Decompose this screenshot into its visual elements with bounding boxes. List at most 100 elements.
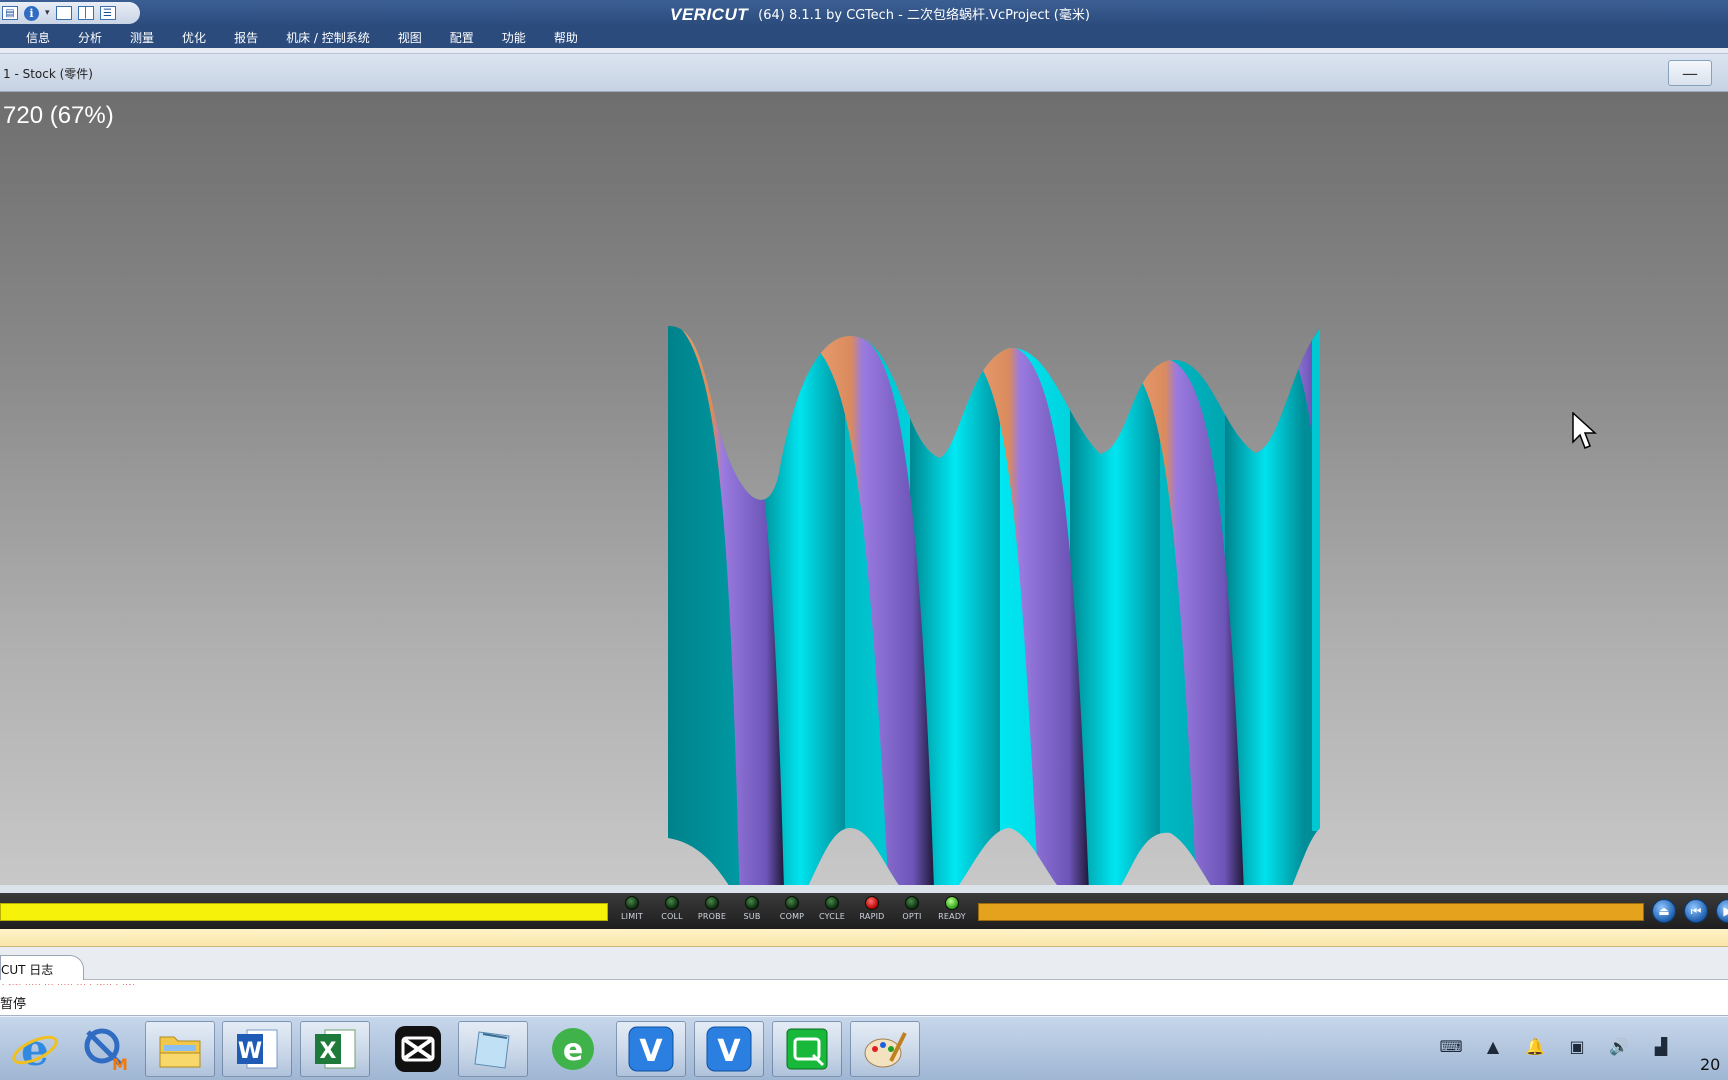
menu-bar: 信息 分析 测量 优化 报告 机床 / 控制系统 视图 配置 功能 帮助 — [0, 26, 1728, 48]
minimize-view-button[interactable]: — — [1668, 60, 1712, 86]
led-opti-icon — [905, 896, 919, 910]
file-explorer-icon — [159, 1036, 201, 1068]
taskbar-mastercam[interactable]: M — [70, 1021, 140, 1077]
indicator-label: RAPID — [859, 912, 885, 921]
play-icon[interactable]: ▶ — [1716, 899, 1728, 923]
led-rapid-icon — [865, 896, 879, 910]
taskbar-browser[interactable]: e — [538, 1021, 608, 1077]
3d-viewport[interactable]: 720 (67%) — [0, 92, 1728, 885]
svg-text:W: W — [238, 1039, 262, 1064]
svg-text:M: M — [112, 1055, 128, 1074]
led-comp-icon — [785, 896, 799, 910]
quick-access-toolbar: ▤ i ▾ │ ☰ — [0, 2, 140, 24]
taskbar-vericut-2[interactable]: V — [694, 1021, 764, 1077]
indicator-label: LIMIT — [621, 912, 643, 921]
layout-single-icon[interactable] — [55, 6, 72, 20]
notepad-icon — [474, 1031, 510, 1069]
vericut-icon-2: V — [706, 1026, 752, 1072]
log-line: 暂停 — [0, 997, 27, 1012]
volume-icon[interactable]: 🔊 — [1608, 1035, 1630, 1057]
progress-bar-orange — [978, 903, 1644, 921]
menu-optimize[interactable]: 优化 — [168, 29, 220, 46]
message-strip — [0, 929, 1728, 947]
app-menu-icon[interactable]: ▤ — [2, 6, 18, 20]
zoom-readout: 720 (67%) — [3, 102, 114, 129]
vericut-icon: V — [628, 1026, 674, 1072]
menu-function[interactable]: 功能 — [488, 29, 540, 46]
eject-icon[interactable]: ⏏ — [1652, 899, 1676, 923]
window-title: VERICUT (64) 8.1.1 by CGTech - 二次包络蜗杆.VcP… — [670, 4, 1090, 24]
menu-analysis[interactable]: 分析 — [64, 29, 116, 46]
indicator-label: OPTI — [902, 912, 922, 921]
led-limit-icon — [625, 896, 639, 910]
menu-measure[interactable]: 测量 — [116, 29, 168, 46]
menu-view[interactable]: 视图 — [384, 29, 436, 46]
svg-text:V: V — [639, 1034, 663, 1069]
rewind-icon[interactable]: ⏮ — [1684, 899, 1708, 923]
view-title: 1 - Stock (零件) — [3, 67, 93, 81]
show-hidden-icons-icon[interactable]: ▲ — [1482, 1035, 1504, 1057]
svg-text:X: X — [320, 1039, 337, 1064]
menu-help[interactable]: 帮助 — [540, 29, 592, 46]
internet-explorer-icon: e — [12, 1025, 58, 1074]
system-tray: ⌨ ▲ 🔔 ▣ 🔊 ▟ — [1439, 1035, 1672, 1057]
svg-text:e: e — [563, 1033, 583, 1068]
title-bar: ▤ i ▾ │ ☰ VERICUT (64) 8.1.1 by CGTech - … — [0, 0, 1728, 26]
taskbar-ie[interactable]: e — [0, 1021, 70, 1077]
menu-info[interactable]: 信息 — [0, 29, 64, 46]
layout-rows-icon[interactable]: ☰ — [99, 6, 116, 20]
indicator-probe: PROBE — [692, 894, 732, 921]
notification-bell-icon[interactable]: 🔔 — [1524, 1035, 1546, 1057]
status-separator — [0, 885, 1728, 893]
mastercam-icon: M — [84, 1028, 128, 1074]
indicator-label: READY — [938, 912, 966, 921]
taskbar-excel[interactable]: X — [300, 1021, 370, 1077]
indicator-label: PROBE — [697, 912, 727, 921]
chevron-down-icon[interactable]: ▾ — [45, 8, 50, 18]
status-indicators: LIMIT COLL PROBE SUB COMP CYCLE RAPID OP… — [612, 894, 972, 921]
taskbar-explorer[interactable] — [145, 1021, 215, 1077]
capcut-icon — [395, 1026, 441, 1072]
network-adapter-icon[interactable]: ▣ — [1566, 1035, 1588, 1057]
signal-icon[interactable]: ▟ — [1650, 1035, 1672, 1057]
svg-text:V: V — [717, 1034, 741, 1069]
progress-bar-yellow — [0, 903, 608, 921]
indicator-sub: SUB — [732, 894, 772, 921]
log-tabs: CUT 日志器 — [0, 947, 1728, 994]
clock[interactable]: 20 — [1700, 1055, 1720, 1074]
browser-icon: e — [552, 1028, 594, 1070]
tab-log[interactable]: CUT 日志器 — [0, 955, 84, 994]
led-coll-icon — [665, 896, 679, 910]
indicator-comp: COMP — [772, 894, 812, 921]
excel-icon: X — [315, 1029, 356, 1069]
playback-controls: ⏏ ⏮ ▶ — [1652, 899, 1728, 923]
led-probe-icon — [705, 896, 719, 910]
taskbar: e M W X e V V ⌨ ▲ 🔔 ▣ 🔊 ▟ 20 — [0, 1016, 1728, 1080]
menu-report[interactable]: 报告 — [220, 29, 272, 46]
taskbar-word[interactable]: W — [222, 1021, 292, 1077]
indicator-opti: OPTI — [892, 894, 932, 921]
layout-split-icon[interactable]: │ — [77, 6, 94, 20]
menu-config[interactable]: 配置 — [436, 29, 488, 46]
indicator-label: COLL — [661, 912, 683, 921]
info-icon[interactable]: i — [24, 5, 39, 21]
window-title-text: (64) 8.1.1 by CGTech - 二次包络蜗杆.VcProject … — [758, 8, 1090, 23]
taskbar-paint[interactable] — [850, 1021, 920, 1077]
led-cycle-icon — [825, 896, 839, 910]
taskbar-capcut[interactable] — [383, 1021, 453, 1077]
indicator-ready: READY — [932, 894, 972, 921]
menu-machine-control[interactable]: 机床 / 控制系统 — [272, 29, 384, 46]
app-brand: VERICUT — [670, 5, 749, 24]
taskbar-notepad[interactable] — [458, 1021, 528, 1077]
word-icon: W — [237, 1029, 278, 1069]
indicator-rapid: RAPID — [852, 894, 892, 921]
taskbar-vericut[interactable]: V — [616, 1021, 686, 1077]
svg-text:e: e — [21, 1025, 49, 1074]
log-line: · -·-· ····· ··· ····· ··· · ·-··· · ··-… — [2, 981, 136, 989]
indicator-label: SUB — [743, 912, 761, 921]
animation-control-bar: LIMIT COLL PROBE SUB COMP CYCLE RAPID OP… — [0, 893, 1728, 929]
keyboard-icon[interactable]: ⌨ — [1439, 1035, 1462, 1057]
paint-icon — [864, 1032, 907, 1068]
green-app-icon — [786, 1028, 828, 1070]
taskbar-green-app[interactable] — [772, 1021, 842, 1077]
